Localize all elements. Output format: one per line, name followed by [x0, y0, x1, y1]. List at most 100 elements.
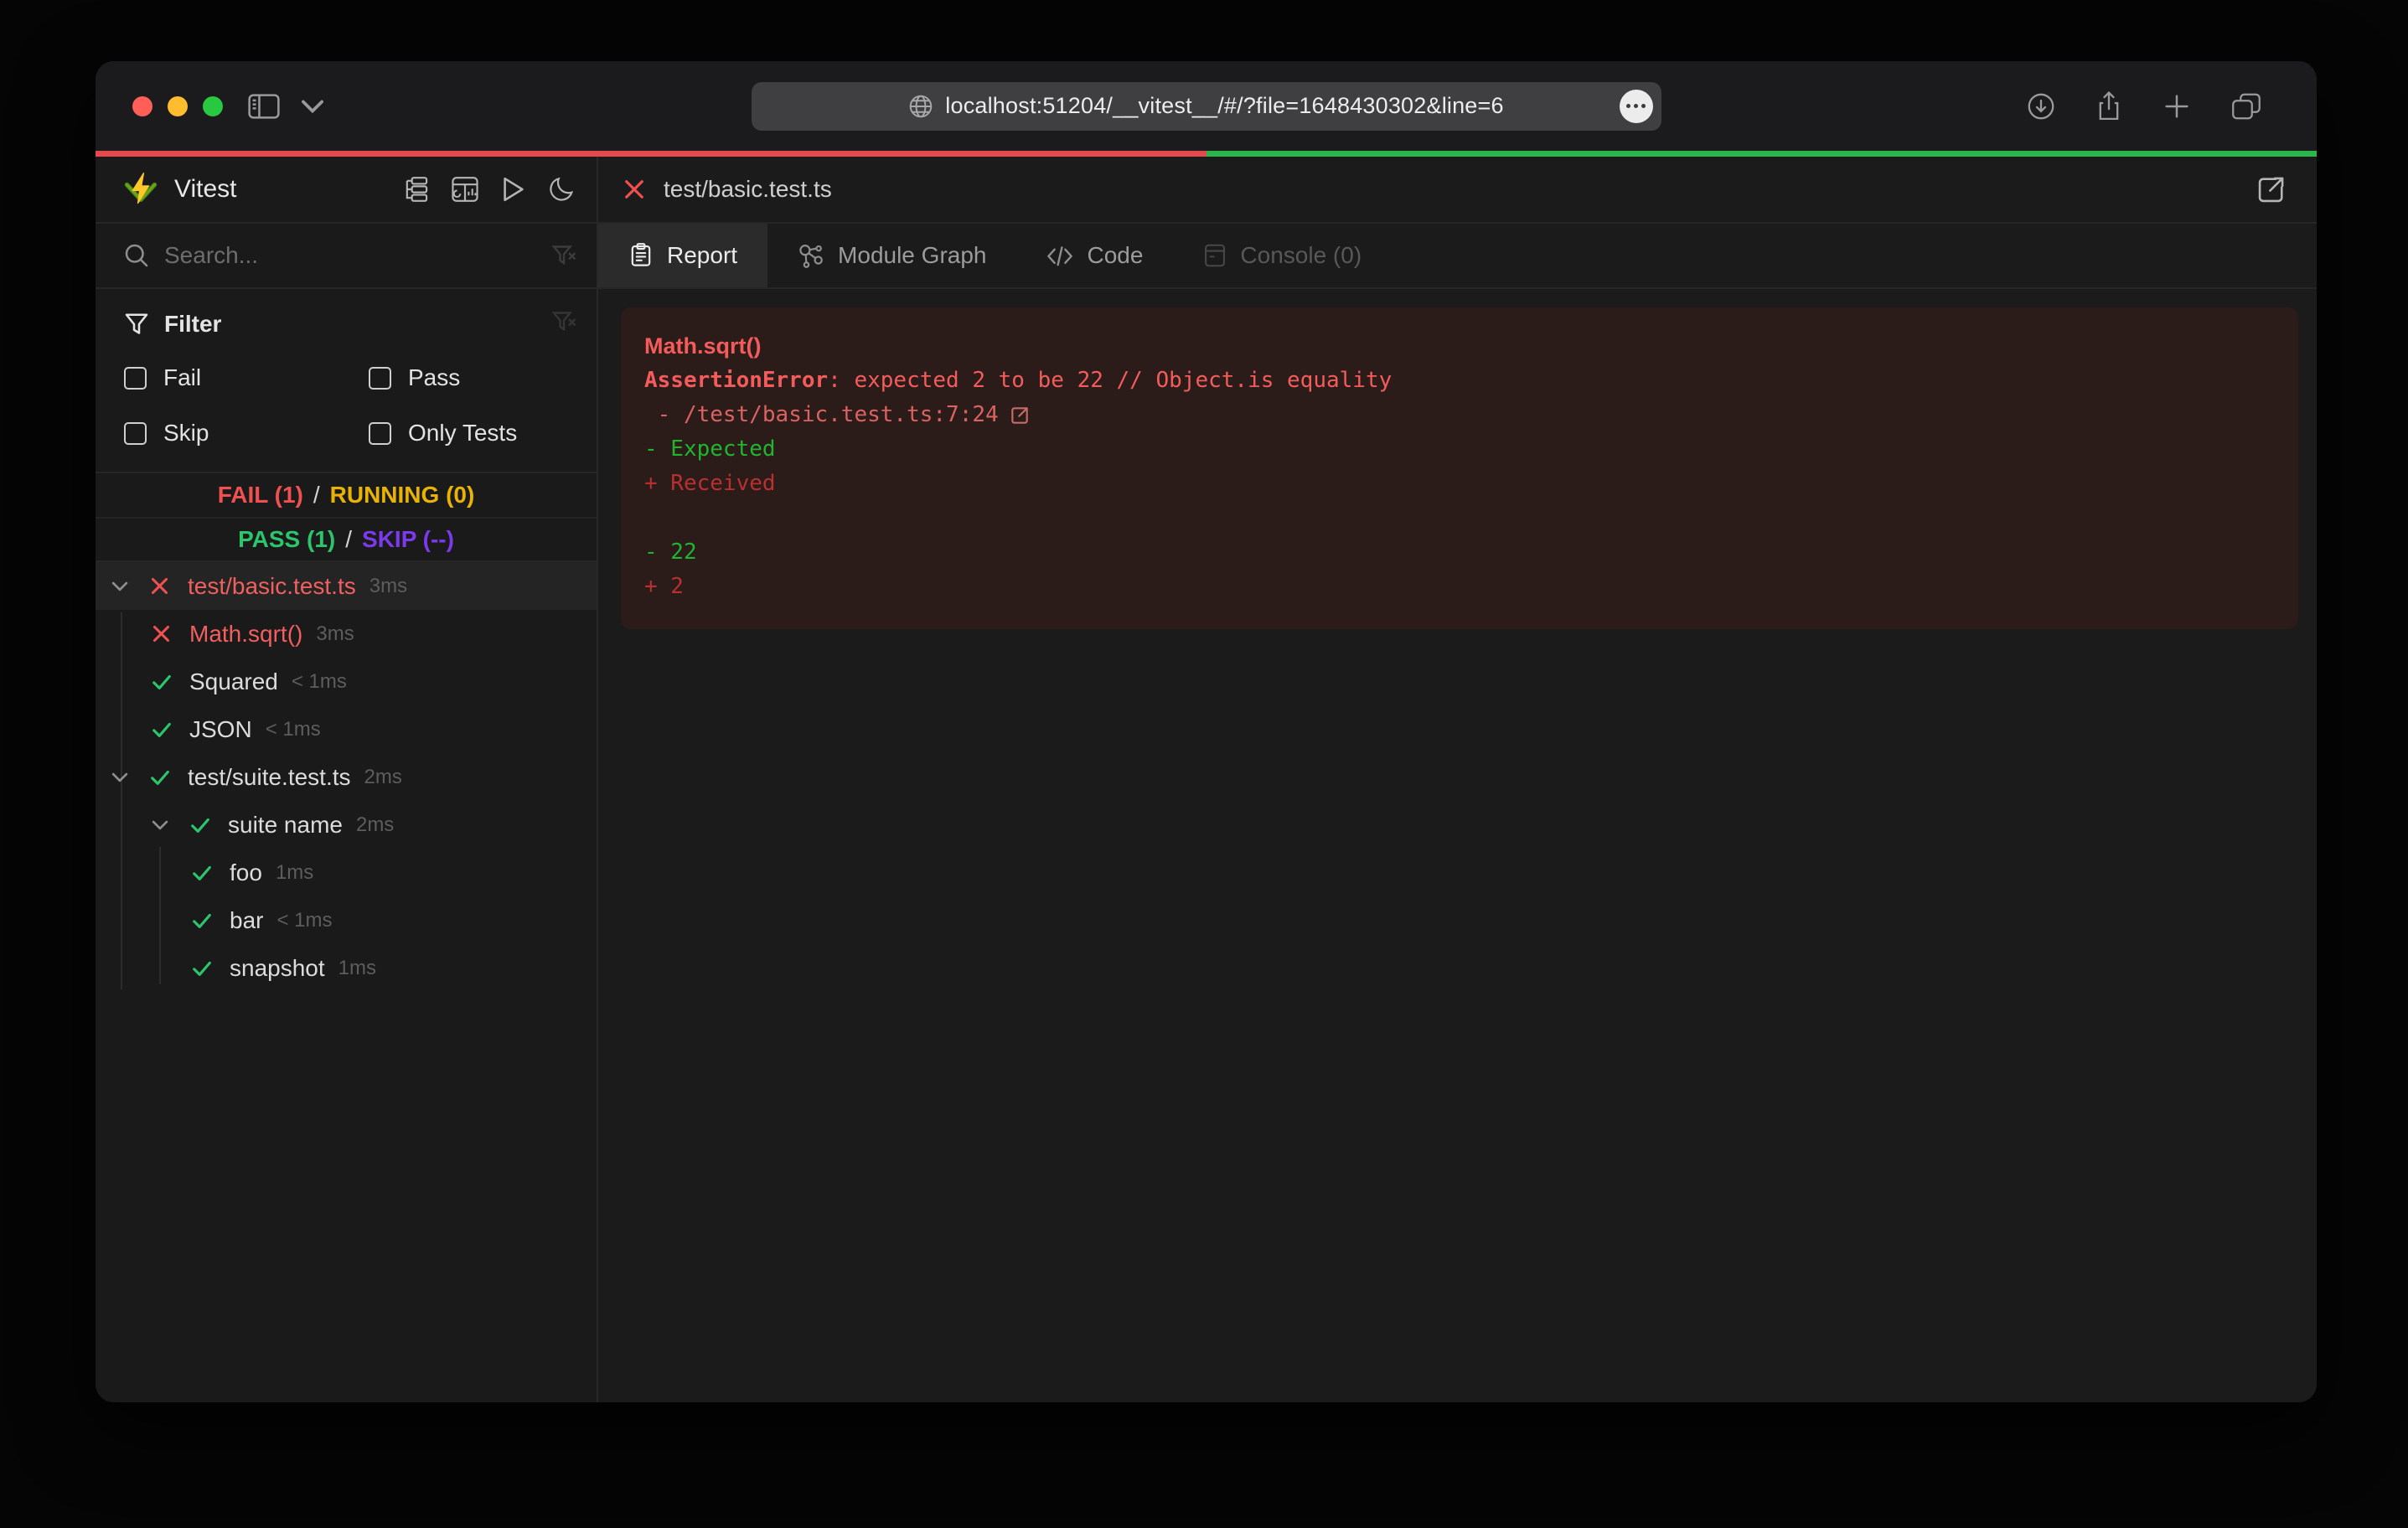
address-bar[interactable]: localhost:51204/__vitest__/#/?file=16484… [752, 82, 1661, 131]
tab-console[interactable]: Console (0) [1173, 224, 1392, 287]
tree-view-icon[interactable] [402, 176, 429, 203]
test-duration: 3ms [316, 622, 354, 646]
checkbox[interactable] [369, 367, 391, 390]
view-tabs: Report Module Graph CodeConsole (0) [598, 224, 2317, 289]
share-icon[interactable] [2095, 91, 2122, 121]
chevron-down-icon[interactable] [302, 100, 323, 113]
fail-icon [623, 178, 645, 200]
test-name: bar [230, 907, 263, 934]
stack-trace-line: - /test/basic.test.ts:7:24 [644, 398, 2275, 432]
test-name: test/basic.test.ts [188, 573, 356, 600]
tree-item-test-suite-test-ts[interactable]: test/suite.test.ts 2ms [96, 753, 597, 801]
checkbox[interactable] [369, 422, 391, 445]
ellipsis-icon[interactable] [1620, 90, 1653, 123]
test-summary: FAIL (1) / RUNNING (0) PASS (1) / SKIP (… [96, 472, 597, 562]
checkbox-label: Skip [163, 420, 209, 447]
chevron-down-icon[interactable] [111, 577, 149, 596]
tree-item-foo[interactable]: foo1ms [96, 849, 597, 896]
test-duration: 1ms [276, 861, 313, 885]
tab-module-graph[interactable]: Module Graph [767, 224, 1016, 287]
vitest-app: Vitest [96, 157, 2317, 1402]
diff-line-received: + 2 [644, 570, 2275, 604]
dashboard-icon[interactable] [451, 176, 479, 203]
clipboard-icon [628, 242, 654, 269]
browser-window: localhost:51204/__vitest__/#/?file=16484… [96, 61, 2317, 1402]
test-duration: 2ms [356, 813, 394, 837]
assertion-error-line: AssertionError: expected 2 to be 22 // O… [644, 364, 2275, 398]
search-input[interactable] [164, 242, 543, 269]
console-icon [1203, 243, 1227, 268]
search-bar [96, 224, 597, 289]
clear-search-filter-icon[interactable] [551, 243, 576, 268]
tab-code[interactable]: Code [1016, 224, 1173, 287]
minimize-window-button[interactable] [168, 96, 188, 116]
running-count: RUNNING (0) [330, 482, 475, 508]
close-window-button[interactable] [132, 96, 152, 116]
filter-checkbox-skip[interactable]: Skip [124, 420, 369, 447]
globe-icon [908, 94, 933, 119]
diff-block: - Expected+ Received - 22+ 2 [644, 432, 2275, 604]
funnel-icon [124, 312, 149, 337]
tab-report[interactable]: Report [598, 224, 767, 287]
tab-label: Module Graph [838, 242, 986, 269]
filter-checkbox-fail[interactable]: Fail [124, 364, 369, 391]
pass-icon [151, 671, 189, 693]
test-duration: 2ms [364, 766, 402, 789]
dark-mode-icon[interactable] [548, 176, 575, 203]
tab-label: Report [667, 242, 737, 269]
external-link-icon[interactable] [2256, 174, 2287, 204]
tree-item-math-sqrt-[interactable]: Math.sqrt()3ms [96, 610, 597, 658]
test-progress-bar [96, 151, 2317, 157]
diff-line-expected: - 22 [644, 535, 2275, 570]
filter-checkbox-pass[interactable]: Pass [369, 364, 576, 391]
failed-test-title: Math.sqrt() [644, 329, 2275, 364]
checkbox[interactable] [124, 367, 147, 390]
chevron-down-icon[interactable] [111, 768, 149, 787]
test-duration: 1ms [338, 957, 376, 980]
code-icon [1046, 244, 1073, 267]
window-controls [132, 61, 223, 151]
filter-title: Filter [164, 311, 221, 338]
progress-fail-segment [96, 151, 1207, 157]
tabs-overview-icon[interactable] [2231, 92, 2261, 121]
pass-icon [191, 958, 230, 979]
tree-item-test-basic-test-ts[interactable]: test/basic.test.ts 3ms [96, 562, 597, 610]
checkbox-label: Fail [163, 364, 201, 391]
stack-location[interactable]: - /test/basic.test.ts:7:24 [644, 398, 999, 432]
test-duration: < 1ms [266, 718, 321, 741]
error-name: AssertionError [644, 368, 828, 393]
tree-item-squared[interactable]: Squared< 1ms [96, 658, 597, 705]
browser-toolbar: localhost:51204/__vitest__/#/?file=16484… [96, 61, 2317, 151]
graph-icon [798, 243, 824, 268]
filter-options: Fail Pass Skip Only Tests [124, 364, 576, 447]
summary-row-1: FAIL (1) / RUNNING (0) [96, 473, 597, 517]
tree-item-bar[interactable]: bar< 1ms [96, 896, 597, 944]
filter-checkbox-only-tests[interactable]: Only Tests [369, 420, 576, 447]
summary-separator: / [345, 526, 352, 553]
sidebar-icon[interactable] [248, 94, 280, 119]
test-name: test/suite.test.ts [188, 764, 351, 791]
download-icon[interactable] [2027, 92, 2055, 121]
url-text: localhost:51204/__vitest__/#/?file=16484… [945, 93, 1503, 119]
checkbox[interactable] [124, 422, 147, 445]
run-all-icon[interactable] [501, 176, 526, 203]
diff-line-blank [644, 501, 2275, 535]
main-panel: test/basic.test.ts Report Module Graph Cod… [598, 157, 2317, 1402]
new-tab-icon[interactable] [2163, 92, 2191, 121]
test-duration: 3ms [369, 575, 407, 598]
desktop-background: localhost:51204/__vitest__/#/?file=16484… [0, 0, 2408, 1528]
zoom-window-button[interactable] [203, 96, 223, 116]
tree-item-snapshot[interactable]: snapshot 1ms [96, 944, 597, 992]
pass-icon [189, 814, 228, 836]
open-file-name: test/basic.test.ts [664, 176, 832, 203]
tree-item-suite-name[interactable]: suite name2ms [96, 801, 597, 849]
error-message: : expected 2 to be 22 // Object.is equal… [828, 368, 1392, 393]
fail-count: FAIL (1) [218, 482, 303, 508]
open-in-editor-icon[interactable] [1009, 405, 1031, 426]
clear-filters-icon[interactable] [551, 309, 576, 334]
test-name: snapshot [230, 955, 325, 982]
pass-count: PASS (1) [238, 526, 335, 553]
chevron-down-icon[interactable] [151, 816, 189, 834]
diff-line-expected: - Expected [644, 432, 2275, 467]
tree-item-json[interactable]: JSON< 1ms [96, 705, 597, 753]
